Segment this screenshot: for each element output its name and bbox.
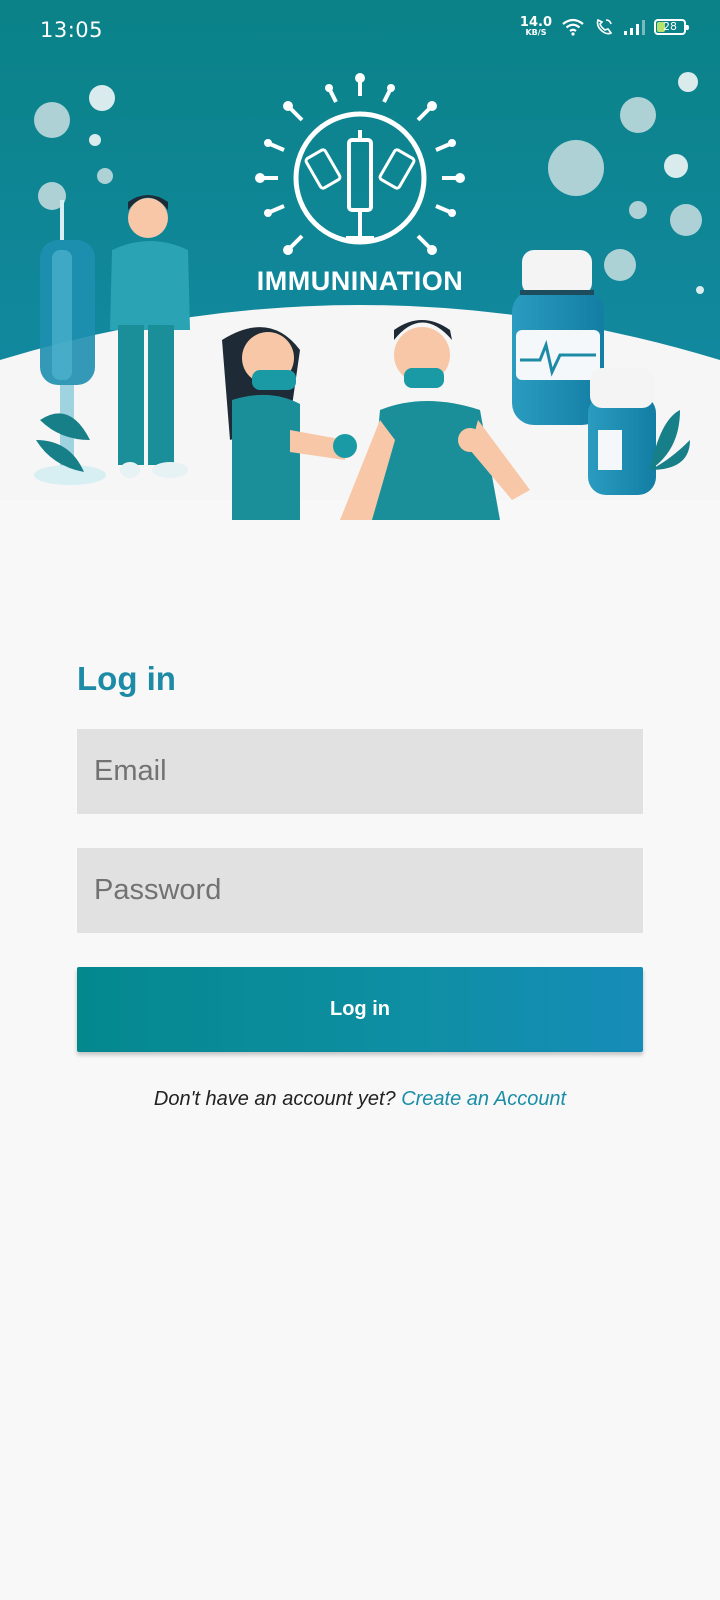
status-bar: 13:05 14.0 KB/S 28	[0, 0, 720, 62]
brand-title: IMMUNINATION	[256, 266, 464, 296]
login-form: Log in Log in Don't have an account yet?…	[77, 660, 643, 1110]
email-field[interactable]	[77, 729, 643, 814]
signup-row: Don't have an account yet? Create an Acc…	[77, 1088, 643, 1111]
status-icons: 14.0 KB/S 28	[520, 16, 689, 37]
signup-prompt: Don't have an account yet?	[153, 1088, 396, 1110]
password-input[interactable]	[77, 848, 643, 933]
battery-icon: 28	[654, 18, 689, 35]
battery-level: 28	[663, 20, 677, 33]
network-speed-unit: KB/S	[525, 28, 547, 37]
volte-call-icon	[596, 18, 613, 34]
login-title: Log in	[77, 660, 176, 697]
status-time: 13:05	[40, 18, 104, 42]
network-speed: 14.0 KB/S	[520, 16, 552, 37]
signup-link[interactable]: Create an Account	[401, 1088, 566, 1110]
email-input[interactable]	[77, 729, 643, 814]
login-button[interactable]: Log in	[77, 967, 643, 1052]
signal-icon	[624, 19, 645, 35]
hero-illustration: IMMUNINATION	[0, 0, 720, 580]
password-field[interactable]	[77, 848, 643, 933]
wifi-icon	[562, 18, 584, 36]
